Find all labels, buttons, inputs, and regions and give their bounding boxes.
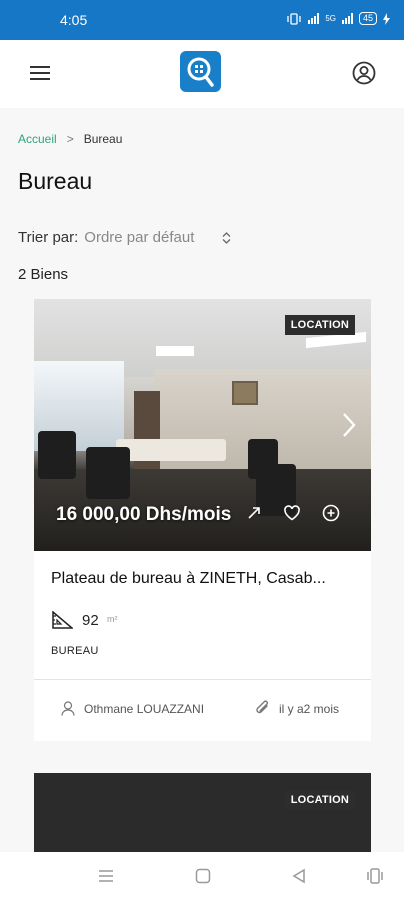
status-icons: 5G 45	[286, 12, 390, 25]
photo-ceiling-light	[156, 346, 194, 356]
recent-apps-icon[interactable]	[97, 867, 115, 885]
breadcrumb-current: Bureau	[83, 132, 123, 146]
listing-type-badge: LOCATION	[284, 315, 355, 335]
sort-value[interactable]: Ordre par défaut	[84, 229, 194, 246]
home-icon[interactable]	[194, 867, 212, 885]
result-count: 2 Biens	[18, 266, 69, 283]
area-ruler-icon	[51, 610, 75, 629]
agent-name[interactable]: Othmane LOUAZZANI	[84, 702, 204, 716]
signal-icon	[308, 13, 320, 24]
status-time: 4:05	[60, 12, 88, 28]
breadcrumb-separator: >	[66, 132, 74, 146]
sort-label: Trier par:	[18, 229, 79, 246]
breadcrumb: Accueil > Bureau	[18, 132, 122, 146]
sort-caret-icon[interactable]	[222, 231, 231, 244]
photo-desk	[116, 439, 226, 461]
photo-chair	[38, 431, 76, 479]
favorite-heart-icon[interactable]	[282, 503, 302, 523]
next-photo-chevron-icon[interactable]	[341, 411, 357, 439]
signal-icon-2	[341, 13, 353, 24]
agent-user-icon	[61, 701, 75, 716]
app-header	[0, 40, 404, 108]
network-type: 5G	[325, 14, 336, 23]
listing-type-badge: LOCATION	[284, 790, 355, 810]
listing-card[interactable]: LOCATION	[34, 773, 371, 853]
listing-price: 16 000,00 Dhs/mois	[56, 504, 232, 525]
card-divider	[34, 679, 371, 680]
search-location-logo-icon[interactable]	[180, 51, 221, 92]
photo-wall-frame	[232, 381, 258, 405]
listing-card[interactable]: LOCATION 16 000,00 Dhs/mois Plateau de b…	[34, 299, 371, 741]
breadcrumb-home-link[interactable]: Accueil	[18, 132, 57, 146]
charging-icon	[383, 12, 390, 25]
status-bar: 4:05 5G 45	[0, 0, 404, 40]
battery-icon: 45	[358, 12, 377, 25]
listing-category: BUREAU	[51, 645, 99, 657]
area-unit: m²	[107, 614, 118, 624]
user-circle-icon[interactable]	[352, 61, 376, 85]
sort-select[interactable]: Trier par: Ordre par défaut	[18, 229, 231, 246]
photo-chair	[86, 447, 130, 499]
system-navigation-bar	[0, 852, 404, 900]
listing-title[interactable]: Plateau de bureau à ZINETH, Casab...	[51, 570, 361, 588]
area-value: 92	[82, 612, 99, 629]
listing-photo[interactable]: LOCATION 16 000,00 Dhs/mois	[34, 299, 371, 551]
back-icon[interactable]	[290, 867, 308, 885]
listing-posted-time: il y a2 mois	[279, 702, 340, 716]
vibrate-icon	[287, 12, 301, 25]
paperclip-icon	[255, 700, 271, 717]
hamburger-menu-icon[interactable]	[30, 66, 50, 80]
compare-plus-icon[interactable]	[321, 503, 341, 523]
expand-icon[interactable]	[244, 503, 264, 523]
accessibility-icon[interactable]	[366, 867, 384, 885]
page-title: Bureau	[18, 168, 93, 194]
